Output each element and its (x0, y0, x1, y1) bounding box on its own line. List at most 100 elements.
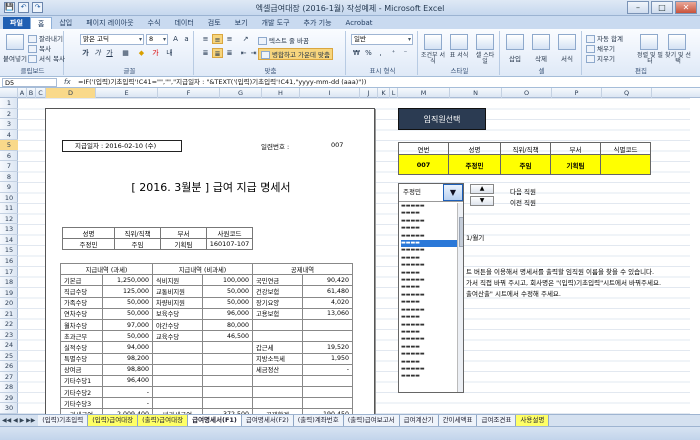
merge-center-button[interactable]: 병합하고 가운데 맞춤 (258, 48, 333, 60)
taxable-item[interactable]: 특별수당 (60, 352, 103, 365)
sel-dept[interactable]: 기획팀 (550, 154, 601, 175)
nontaxable-amount[interactable]: 46,500 (202, 330, 253, 343)
row-header[interactable]: 22 (0, 319, 18, 330)
font-size-combo[interactable]: 8 (146, 34, 168, 45)
taxable-item[interactable]: 상여금 (60, 363, 103, 376)
row-header[interactable]: 3 (0, 119, 18, 130)
nontaxable-item[interactable] (152, 341, 203, 354)
nontaxable-amount[interactable] (202, 386, 253, 399)
sel-name[interactable]: 주정민 (448, 154, 501, 175)
list-item[interactable]: ▬▬▬▬▬ (401, 292, 457, 299)
row-header[interactable]: 25 (0, 351, 18, 362)
taxable-item[interactable]: 초과근무 (60, 330, 103, 343)
paste-button[interactable]: 붙여넣기 (3, 53, 27, 63)
column-header[interactable]: Q (602, 88, 652, 98)
list-item[interactable]: ▬▬▬▬▬ (401, 277, 457, 284)
row-header[interactable]: 15 (0, 245, 18, 256)
taxable-amount[interactable]: 1,250,000 (102, 274, 153, 287)
row-header[interactable]: 16 (0, 256, 18, 267)
align-top-icon[interactable]: ≡ (200, 34, 211, 44)
tab-data[interactable]: 데이터 (167, 17, 200, 29)
taxable-amount[interactable]: 96,400 (102, 374, 153, 388)
row-header[interactable]: 29 (0, 393, 18, 404)
taxable-item[interactable]: 월차수당 (60, 318, 103, 332)
row-header[interactable]: 2 (0, 109, 18, 120)
column-header[interactable]: O (502, 88, 552, 98)
nontaxable-item[interactable] (152, 397, 203, 410)
taxable-amount[interactable]: 50,000 (102, 330, 153, 343)
sheet-tab[interactable]: 간이세액표 (438, 415, 478, 426)
row-header[interactable]: 14 (0, 235, 18, 246)
sheet-tab[interactable]: 급여계산기 (399, 415, 439, 426)
comma-icon[interactable]: , (375, 48, 386, 58)
sort-filter-icon[interactable] (640, 34, 658, 50)
conditional-format-button[interactable]: 조건부 서식 (420, 53, 446, 65)
align-bottom-icon[interactable]: ≡ (224, 34, 235, 44)
nontaxable-amount[interactable]: 100,000 (202, 274, 253, 287)
nontaxable-amount[interactable]: 50,000 (202, 296, 253, 309)
column-header[interactable]: B (27, 88, 36, 98)
clear-button[interactable]: 지우기 (586, 53, 615, 63)
nontaxable-amount[interactable] (202, 341, 253, 354)
row-header[interactable]: 19 (0, 288, 18, 299)
taxable-item[interactable]: 실적수당 (60, 341, 103, 354)
fill-button[interactable]: 채우기 (586, 43, 615, 53)
sheet-tab[interactable]: (출력)급여대장 (138, 415, 189, 426)
align-center-icon[interactable]: ≣ (212, 48, 223, 58)
minimize-button[interactable]: – (627, 1, 649, 14)
row-header[interactable]: 8 (0, 172, 18, 183)
phonetic-icon[interactable]: 내 (164, 48, 175, 58)
column-header[interactable]: M (398, 88, 450, 98)
pay-date-cell[interactable]: 지급일자 : 2016-02-10 (수) (62, 140, 182, 152)
deduction-amount[interactable]: 90,420 (302, 274, 353, 287)
emp-name[interactable]: 주정민 (62, 238, 115, 250)
column-header[interactable]: F (158, 88, 220, 98)
nontaxable-item[interactable]: 식비지원 (152, 274, 203, 287)
deduction-item[interactable]: 장기요양 (252, 296, 303, 309)
sel-no[interactable]: 007 (398, 154, 449, 175)
tab-file[interactable]: 파일 (3, 17, 30, 29)
taxable-item[interactable]: 기타수당2 (60, 386, 103, 399)
list-item[interactable]: ▬▬▬▬▬ (401, 218, 457, 225)
deduction-item[interactable]: 갑근세 (252, 341, 303, 354)
orientation-icon[interactable]: ↗ (240, 34, 251, 44)
deduction-amount[interactable]: - (302, 363, 353, 376)
deduction-item[interactable] (252, 374, 303, 388)
deduction-amount[interactable] (302, 374, 353, 388)
deduction-item[interactable] (252, 397, 303, 410)
list-item[interactable]: ▬▬▬▬ (401, 255, 457, 262)
row-header[interactable]: 13 (0, 224, 18, 235)
row-header[interactable]: 12 (0, 214, 18, 225)
taxable-amount[interactable]: 50,000 (102, 307, 153, 320)
nontaxable-item[interactable]: 교육수당 (152, 330, 203, 343)
deduction-amount[interactable]: 19,520 (302, 341, 353, 354)
sheet-tab[interactable]: (입력)급여대장 (88, 415, 139, 426)
nontaxable-amount[interactable]: 96,000 (202, 307, 253, 320)
row-header[interactable]: 18 (0, 277, 18, 288)
taxable-amount[interactable]: 94,000 (102, 341, 153, 354)
list-item[interactable]: ▬▬▬▬▬ (401, 322, 457, 329)
list-item[interactable]: ▬▬▬▬▬ (401, 262, 457, 269)
deduction-amount[interactable]: 13,060 (302, 307, 353, 320)
nontaxable-item[interactable] (152, 386, 203, 399)
increase-decimal-icon[interactable]: ⁺ (388, 48, 399, 58)
next-employee-button[interactable]: ▲ (470, 184, 494, 194)
close-button[interactable]: ✕ (675, 1, 697, 14)
taxable-amount[interactable]: - (102, 386, 153, 399)
row-header[interactable]: 24 (0, 340, 18, 351)
emp-code[interactable]: 160107-107 (206, 238, 253, 250)
list-item[interactable]: ▬▬▬▬ (401, 210, 457, 217)
sheet-tab[interactable]: 급여조견표 (477, 415, 517, 426)
nontaxable-amount[interactable] (202, 397, 253, 410)
nontaxable-item[interactable]: 보육수당 (152, 307, 203, 320)
border-icon[interactable]: ▦ (120, 48, 131, 58)
dropdown-scrollbar[interactable] (457, 203, 463, 392)
sheet-tab[interactable]: (출력)계좌번호 (293, 415, 344, 426)
nontaxable-amount[interactable] (202, 363, 253, 376)
list-item[interactable]: ▬▬▬▬▬ (401, 351, 457, 358)
dropdown-current[interactable]: 주정민 ▼ (399, 184, 463, 202)
cell-style-button[interactable]: 셀 스타일 (474, 53, 496, 65)
deduction-amount[interactable] (302, 318, 353, 332)
find-select-icon[interactable] (668, 34, 686, 50)
sheet-tab[interactable]: 급여명세서(F1) (188, 415, 242, 426)
